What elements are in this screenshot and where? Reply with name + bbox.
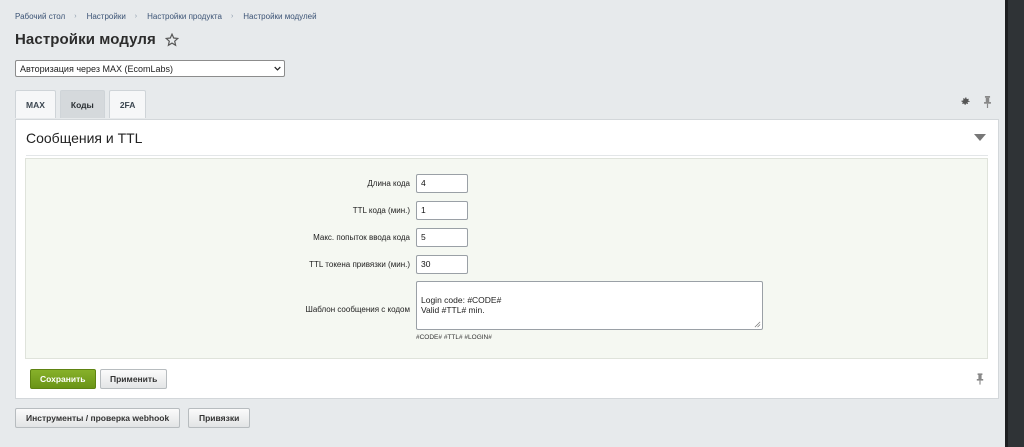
panel-header[interactable]: Сообщения и TTL	[26, 128, 988, 156]
breadcrumb-separator-icon: ›	[230, 13, 234, 20]
max-attempts-label: Макс. попыток ввода кода	[313, 233, 410, 242]
gear-icon[interactable]	[960, 96, 971, 107]
code-length-label: Длина кода	[367, 179, 410, 188]
max-attempts-input[interactable]: 5	[416, 228, 468, 247]
pin-icon[interactable]	[983, 96, 992, 108]
module-select[interactable]: Авторизация через MAX (EcomLabs)	[15, 60, 285, 77]
chevron-down-icon[interactable]	[974, 134, 986, 142]
resize-grip-icon[interactable]	[754, 321, 761, 328]
tab-tools	[960, 96, 992, 108]
webhook-tools-button[interactable]: Инструменты / проверка webhook	[15, 408, 181, 428]
template-label: Шаблон сообщения с кодом	[305, 305, 410, 314]
breadcrumb-separator-icon: ›	[134, 13, 138, 20]
tab-2fa[interactable]: 2FA	[108, 90, 147, 118]
template-textarea-value: Login code: #CODE# Valid #TTL# min.	[421, 295, 502, 315]
breadcrumb-item-module-settings[interactable]: Настройки модулей	[243, 12, 316, 21]
form-area: Длина кода 4 TTL кода (мин.) 1 Макс. поп…	[25, 158, 988, 359]
star-icon[interactable]	[165, 33, 179, 47]
tab-max[interactable]: MAX	[15, 90, 56, 118]
template-placeholders-hint: #CODE# #TTL# #LOGIN#	[416, 334, 492, 341]
breadcrumb: Рабочий стол › Настройки › Настройки про…	[15, 12, 317, 21]
apply-button[interactable]: Применить	[100, 369, 168, 389]
page-title: Настройки модуля	[15, 31, 156, 48]
save-button[interactable]: Сохранить	[30, 369, 96, 389]
binding-ttl-label: TTL токена привязки (мин.)	[309, 260, 410, 269]
tab-bar: MAX Коды 2FA	[15, 90, 150, 118]
code-length-input[interactable]: 4	[416, 174, 468, 193]
breadcrumb-separator-icon: ›	[74, 13, 77, 20]
tab-codes[interactable]: Коды	[59, 90, 105, 118]
chevron-down-icon	[274, 66, 281, 71]
code-ttl-input[interactable]: 1	[416, 201, 468, 220]
breadcrumb-item-settings[interactable]: Настройки	[87, 12, 126, 21]
breadcrumb-item-product-settings[interactable]: Настройки продукта	[147, 12, 222, 21]
template-textarea[interactable]: Login code: #CODE# Valid #TTL# min.	[416, 281, 763, 330]
scrollbar-track[interactable]	[1008, 0, 1024, 447]
code-ttl-label: TTL кода (мин.)	[352, 206, 410, 215]
panel-title: Сообщения и TTL	[26, 130, 143, 146]
module-select-value: Авторизация через MAX (EcomLabs)	[20, 64, 173, 74]
bindings-button[interactable]: Привязки	[188, 408, 251, 428]
binding-ttl-input[interactable]: 30	[416, 255, 468, 274]
breadcrumb-item-desktop[interactable]: Рабочий стол	[15, 12, 65, 21]
pin-icon[interactable]	[976, 373, 984, 385]
settings-panel: Сообщения и TTL Длина кода 4 TTL кода (м…	[15, 119, 999, 399]
